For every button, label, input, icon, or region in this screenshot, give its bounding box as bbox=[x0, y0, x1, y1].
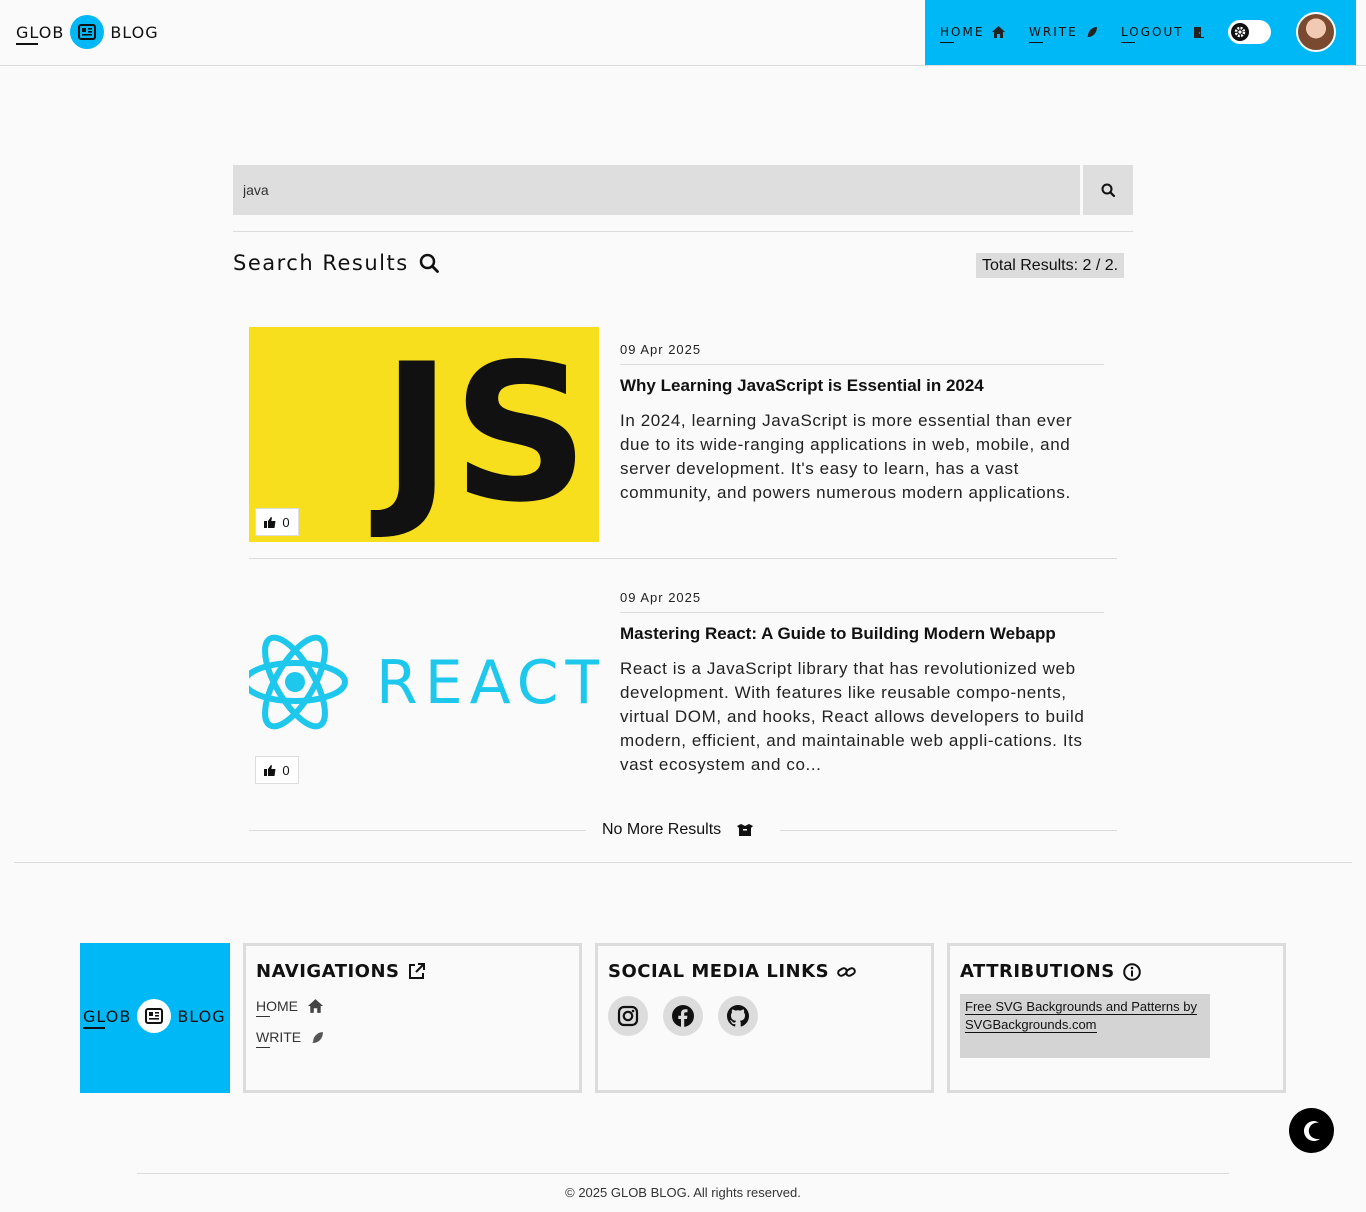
nav-logout-label: LOGOUT bbox=[1121, 25, 1184, 43]
no-more-label-group: No More Results bbox=[602, 821, 754, 839]
divider bbox=[780, 830, 1117, 831]
divider bbox=[249, 830, 586, 831]
footer-attr-title: ATTRIBUTIONS bbox=[960, 961, 1115, 982]
footer-home-link[interactable]: HOME bbox=[256, 998, 323, 1017]
divider bbox=[620, 364, 1104, 365]
nav-write-link[interactable]: WRITE bbox=[1029, 25, 1098, 43]
post-excerpt: In 2024, learning JavaScript is more ess… bbox=[620, 411, 1073, 502]
moon-icon bbox=[1303, 1120, 1320, 1141]
post-title[interactable]: Mastering React: A Guide to Building Mod… bbox=[620, 624, 1056, 644]
post-card[interactable]: REACT 0 09 Apr 2025 Mastering React: A G… bbox=[249, 575, 1117, 790]
footer-brand[interactable]: GLOB BLOG bbox=[80, 943, 230, 1093]
divider bbox=[620, 612, 1104, 613]
js-logo-text: JS bbox=[370, 327, 589, 542]
theme-toggle[interactable] bbox=[1228, 20, 1271, 44]
feather-icon bbox=[1086, 27, 1097, 37]
door-icon bbox=[1193, 27, 1204, 38]
gear-icon bbox=[1231, 23, 1249, 41]
results-heading: Search Results bbox=[233, 251, 439, 275]
results-title: Search Results bbox=[233, 251, 409, 275]
footer-navigations: NAVIGATIONS HOME WRITE bbox=[243, 943, 582, 1093]
likes-count: 0 bbox=[282, 762, 290, 778]
facebook-icon bbox=[672, 1005, 694, 1028]
thumbs-up-icon bbox=[264, 516, 276, 528]
thumbs-up-icon bbox=[264, 764, 276, 776]
post-title[interactable]: Why Learning JavaScript is Essential in … bbox=[620, 376, 984, 396]
instagram-icon bbox=[617, 1005, 639, 1027]
feather-icon bbox=[312, 1031, 324, 1043]
user-avatar[interactable] bbox=[1296, 12, 1336, 52]
total-results-badge: Total Results: 2 / 2. bbox=[976, 253, 1125, 278]
external-link-icon bbox=[408, 963, 425, 979]
search-icon bbox=[419, 253, 439, 273]
footer-write-label: WRITE bbox=[256, 1029, 302, 1048]
instagram-link[interactable] bbox=[608, 996, 648, 1036]
github-icon bbox=[727, 1005, 749, 1027]
post-date: 09 Apr 2025 bbox=[620, 342, 702, 357]
newspaper-icon bbox=[137, 999, 172, 1033]
attribution-text: Free SVG Backgrounds and Patterns by SVG… bbox=[965, 999, 1197, 1033]
footer-nav-title: NAVIGATIONS bbox=[256, 961, 400, 982]
footer-home-label: HOME bbox=[256, 998, 298, 1017]
brand-right: BLOG bbox=[177, 1006, 226, 1026]
js-logo-image: JS bbox=[249, 327, 599, 542]
nav-home-label: HOME bbox=[940, 25, 985, 43]
react-logo-text: REACT bbox=[376, 648, 599, 718]
divider bbox=[249, 558, 1117, 559]
footer-social: SOCIAL MEDIA LINKS bbox=[595, 943, 934, 1093]
brand-left: GLOB bbox=[83, 1006, 132, 1029]
search-icon bbox=[1101, 183, 1115, 197]
post-date: 09 Apr 2025 bbox=[620, 590, 702, 605]
post-thumbnail[interactable]: REACT 0 bbox=[249, 575, 599, 790]
box-icon bbox=[737, 823, 754, 836]
no-more-label: No More Results bbox=[602, 821, 722, 838]
brand-logo[interactable]: GLOB BLOG bbox=[16, 15, 159, 49]
divider bbox=[233, 231, 1133, 232]
footer-nav-heading: NAVIGATIONS bbox=[256, 961, 425, 982]
likes-button[interactable]: 0 bbox=[255, 508, 299, 536]
likes-button[interactable]: 0 bbox=[255, 756, 299, 784]
react-logo-image: REACT bbox=[249, 575, 599, 790]
dark-mode-button[interactable] bbox=[1289, 1108, 1334, 1153]
home-icon bbox=[992, 26, 1006, 38]
newspaper-icon bbox=[70, 15, 105, 49]
top-nav: HOME WRITE LOGOUT bbox=[925, 0, 1356, 65]
footer-attr-heading: ATTRIBUTIONS bbox=[960, 961, 1141, 982]
copyright: © 2025 GLOB BLOG. All rights reserved. bbox=[565, 1185, 801, 1200]
post-thumbnail[interactable]: JS 0 bbox=[249, 327, 599, 542]
divider bbox=[137, 1173, 1229, 1174]
no-more-results: No More Results bbox=[249, 820, 1117, 840]
footer-social-title: SOCIAL MEDIA LINKS bbox=[608, 961, 830, 982]
likes-count: 0 bbox=[282, 514, 290, 530]
github-link[interactable] bbox=[718, 996, 758, 1036]
post-card[interactable]: JS 0 09 Apr 2025 Why Learning JavaScript… bbox=[249, 327, 1117, 559]
search-button[interactable] bbox=[1083, 165, 1133, 215]
nav-write-label: WRITE bbox=[1029, 25, 1078, 43]
footer-write-link[interactable]: WRITE bbox=[256, 1029, 324, 1048]
header: GLOB BLOG HOME WRITE LOGOUT bbox=[0, 0, 1366, 66]
info-icon bbox=[1122, 962, 1141, 981]
facebook-link[interactable] bbox=[663, 996, 703, 1036]
divider bbox=[14, 862, 1352, 863]
link-icon bbox=[837, 966, 856, 977]
search-input[interactable] bbox=[233, 165, 1080, 215]
home-icon bbox=[308, 999, 323, 1013]
footer-attributions: ATTRIBUTIONS Free SVG Backgrounds and Pa… bbox=[947, 943, 1286, 1093]
brand-left: GLOB bbox=[16, 22, 65, 45]
brand-right: BLOG bbox=[110, 22, 159, 42]
nav-home-link[interactable]: HOME bbox=[940, 25, 1006, 43]
post-excerpt: React is a JavaScript library that has r… bbox=[620, 659, 1085, 774]
nav-logout-link[interactable]: LOGOUT bbox=[1121, 25, 1204, 43]
attribution-link[interactable]: Free SVG Backgrounds and Patterns by SVG… bbox=[960, 994, 1210, 1058]
footer-social-heading: SOCIAL MEDIA LINKS bbox=[608, 961, 856, 982]
footer-logo: GLOB BLOG bbox=[83, 999, 226, 1033]
